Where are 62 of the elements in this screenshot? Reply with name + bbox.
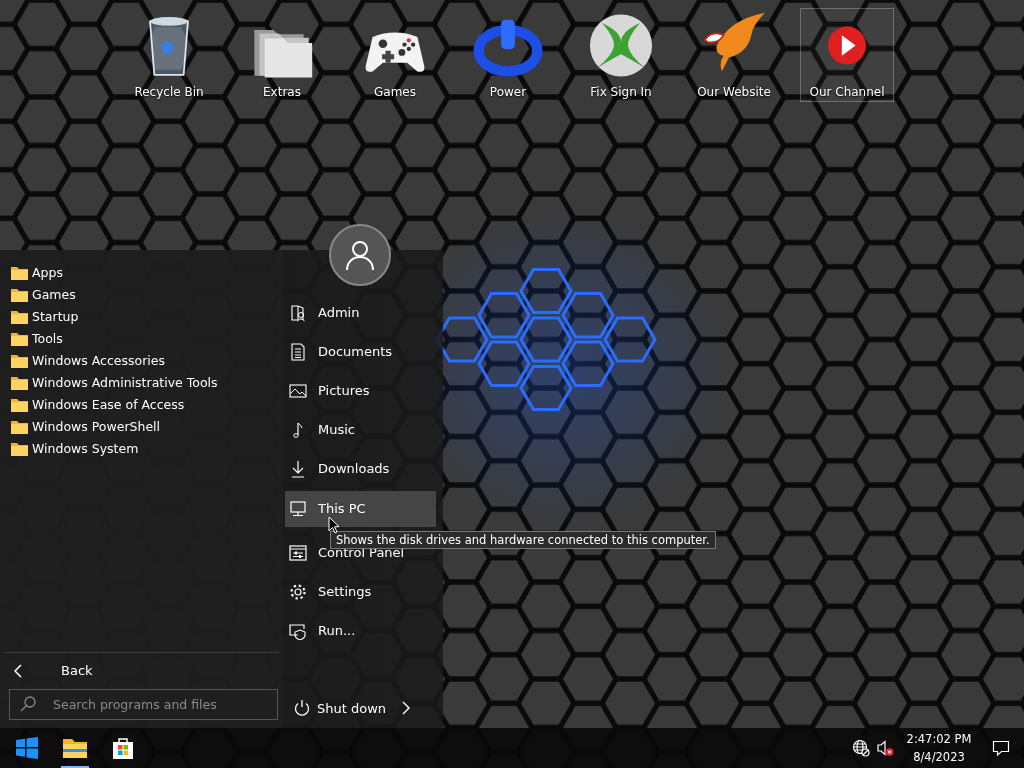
folder-item[interactable]: Windows Ease of Access bbox=[0, 394, 283, 416]
folder-item[interactable]: Windows PowerShell bbox=[0, 416, 283, 438]
back-button[interactable]: Back bbox=[0, 653, 283, 689]
desktop-shortcut[interactable]: Games bbox=[348, 8, 442, 102]
notification-icon[interactable] bbox=[992, 739, 1010, 757]
tooltip: Shows the disk drives and hardware connected to this computer. bbox=[330, 531, 716, 549]
desktop-shortcut[interactable]: Power bbox=[461, 8, 555, 102]
mouse-cursor-icon bbox=[328, 516, 340, 534]
menu-item[interactable]: Admin bbox=[285, 295, 436, 331]
folder-icon bbox=[11, 310, 28, 324]
clock-time[interactable]: 2:47:02 PM bbox=[900, 730, 978, 748]
folder-item[interactable]: Tools bbox=[0, 328, 283, 350]
menu-item[interactable]: This PC bbox=[285, 491, 436, 527]
shut-down-button[interactable]: Shut down bbox=[293, 698, 413, 718]
folder-item[interactable]: Windows Administrative Tools bbox=[0, 372, 283, 394]
desktop-shortcut[interactable]: Our Website bbox=[687, 8, 781, 102]
desktop-shortcut[interactable]: Extras bbox=[235, 8, 329, 102]
download-icon bbox=[289, 460, 307, 478]
user-avatar[interactable] bbox=[329, 224, 391, 286]
shortcut-label: Games bbox=[374, 84, 416, 101]
folder-icon bbox=[11, 442, 28, 456]
menu-item[interactable]: Documents bbox=[285, 334, 436, 370]
start-icon bbox=[13, 734, 41, 762]
shortcut-label: Our Website bbox=[697, 84, 771, 101]
user-icon bbox=[289, 304, 307, 322]
settings-icon bbox=[289, 583, 307, 601]
clock-date[interactable]: 8/4/2023 bbox=[900, 748, 978, 766]
menu-item[interactable]: Pictures bbox=[285, 373, 436, 409]
folder-icon bbox=[11, 288, 28, 302]
folder-item[interactable]: Games bbox=[0, 284, 283, 306]
desktop-shortcut[interactable]: Fix Sign In bbox=[574, 8, 668, 102]
folder-icon bbox=[11, 420, 28, 434]
menu-item[interactable]: Music bbox=[285, 412, 436, 448]
search-field[interactable]: Search programs and files bbox=[9, 689, 278, 720]
menu-item[interactable]: Run... bbox=[285, 613, 436, 649]
shortcut-label: Our Channel bbox=[809, 84, 885, 101]
folder-icon bbox=[11, 266, 28, 280]
menu-item[interactable]: Downloads bbox=[285, 451, 436, 487]
folder-item[interactable]: Startup bbox=[0, 306, 283, 328]
shortcut-label: Power bbox=[489, 84, 527, 101]
folder-icon bbox=[11, 332, 28, 346]
monitor-icon bbox=[289, 500, 307, 518]
folder-icon bbox=[11, 354, 28, 368]
document-icon bbox=[289, 343, 307, 361]
power-icon bbox=[293, 699, 311, 718]
desktop-shortcut[interactable]: Recycle Bin bbox=[122, 8, 216, 102]
search-icon bbox=[19, 695, 37, 713]
folder-icon bbox=[11, 398, 28, 412]
folder-item[interactable]: Windows Accessories bbox=[0, 350, 283, 372]
network-icon[interactable] bbox=[852, 739, 870, 757]
shortcut-label: Recycle Bin bbox=[134, 84, 204, 101]
folder-item[interactable]: Windows System bbox=[0, 438, 283, 460]
desktop-shortcut[interactable]: Our Channel bbox=[800, 8, 894, 102]
menu-item[interactable]: Settings bbox=[285, 574, 436, 610]
folder-icon bbox=[11, 376, 28, 390]
picture-icon bbox=[289, 382, 307, 400]
shortcut-label: Extras bbox=[263, 84, 301, 101]
run-icon bbox=[289, 622, 307, 640]
folder-item[interactable]: Apps bbox=[0, 262, 283, 284]
shortcut-label: Fix Sign In bbox=[590, 84, 652, 101]
muted-speaker-icon[interactable] bbox=[876, 739, 894, 757]
control-panel-icon bbox=[289, 544, 307, 562]
